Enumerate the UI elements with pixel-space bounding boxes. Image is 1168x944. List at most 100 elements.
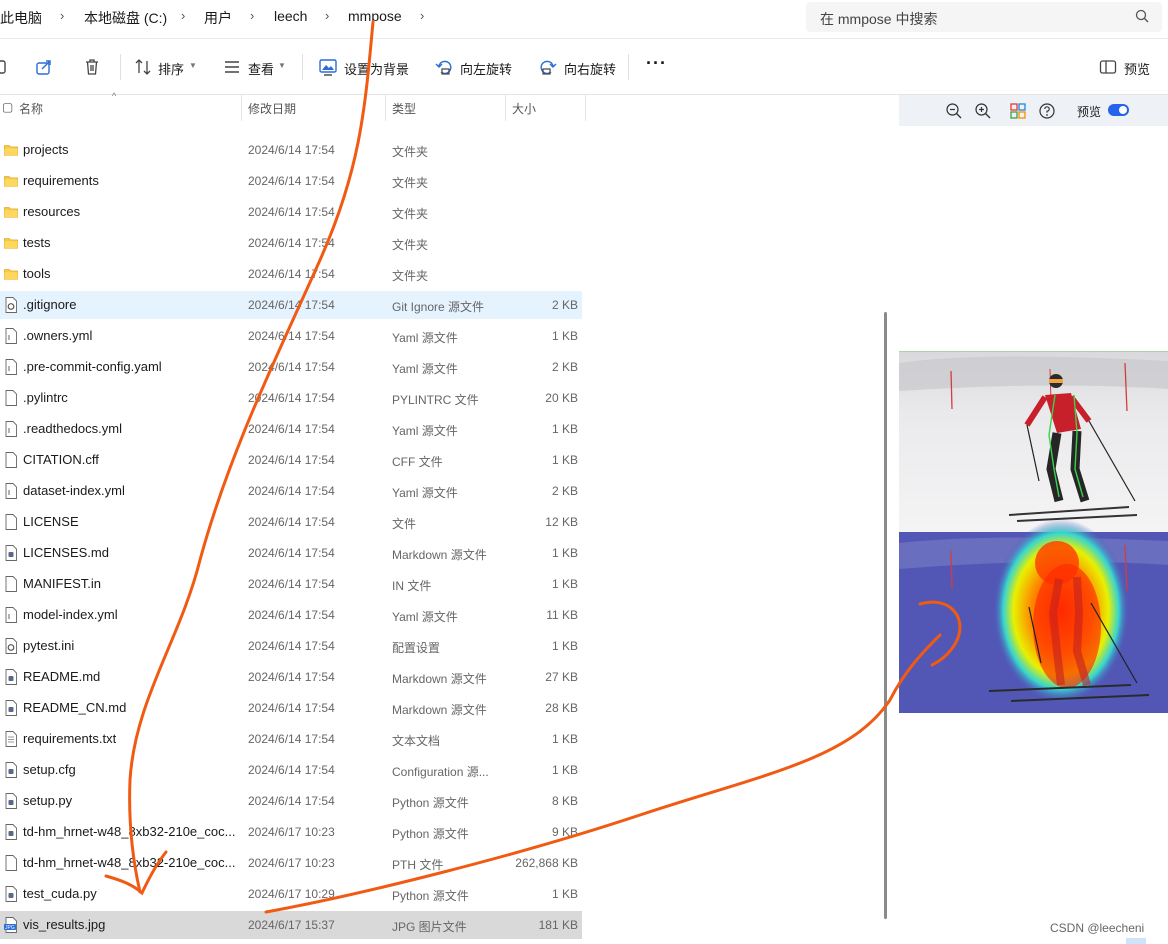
file-type: 文本文档 [392,734,441,748]
delete-icon[interactable] [82,57,102,77]
file-row[interactable]: MANIFEST.in 2024/6/14 17:54 IN 文件 1 KB [0,570,582,598]
set-background-icon[interactable] [318,57,338,77]
file-row[interactable]: LICENSES.md 2024/6/14 17:54 Markdown 源文件 1 … [0,539,582,567]
view-button[interactable]: 查看 [248,59,274,78]
document-icon [5,328,17,344]
file-row[interactable]: tools 2024/6/14 17:54 文件夹 [0,260,582,288]
file-date: 2024/6/14 17:54 [248,174,335,188]
svg-text:JPG: JPG [5,925,15,931]
sort-ascending-icon: ^ [112,91,117,101]
file-row[interactable]: setup.py 2024/6/14 17:54 Python 源文件 8 KB [0,787,582,815]
rotate-left-icon[interactable] [434,57,454,77]
file-row[interactable]: CITATION.cff 2024/6/14 17:54 CFF 文件 1 KB [0,446,582,474]
file-row[interactable]: tests 2024/6/14 17:54 文件夹 [0,229,582,257]
help-icon[interactable] [1038,102,1056,120]
file-row[interactable]: LICENSE 2024/6/14 17:54 文件 12 KB [0,508,582,536]
preview-toggle[interactable] [1108,104,1129,116]
file-name: LICENSE [23,514,79,529]
chevron-down-icon[interactable]: ▼ [189,61,197,70]
breadcrumb-separator-icon[interactable]: › [250,8,254,23]
breadcrumb-separator-icon[interactable]: › [325,8,329,23]
file-name: test_cuda.py [23,886,97,901]
column-header-date[interactable]: 修改日期 [248,100,296,117]
column-checkbox[interactable]: ▢ [2,100,13,114]
rotate-right-button[interactable]: 向右旋转 [564,59,616,78]
column-divider[interactable] [385,95,386,121]
scrollbar[interactable] [884,312,887,919]
zoom-out-icon[interactable] [945,102,963,120]
file-size: 1 KB [551,577,578,591]
file-row[interactable]: model-index.yml 2024/6/14 17:54 Yaml 源文件 11… [0,601,582,629]
search-icon[interactable] [1134,8,1150,24]
command-bar: 排序 ▼ 查看 ▼ 设置为背景 向左旋转 向右旋转 ··· 预览 [0,40,1168,95]
column-divider[interactable] [585,95,586,121]
file-row[interactable]: td-hm_hrnet-w48_8xb32-210e_coc... 2024/6/… [0,849,582,877]
breadcrumb-users[interactable]: 用户 [204,8,232,28]
file-row[interactable]: resources 2024/6/14 17:54 文件夹 [0,198,582,226]
file-name: requirements [23,173,99,188]
share-icon[interactable] [34,57,54,77]
file-type: 文件夹 [392,145,429,159]
preview-pane-button[interactable]: 预览 [1124,59,1150,78]
more-options-button[interactable]: ··· [646,53,667,74]
file-icon [5,514,17,530]
file-row[interactable]: .gitignore 2024/6/14 17:54 Git Ignore 源文件 2… [0,291,582,319]
file-name: tools [23,266,51,281]
column-header-name[interactable]: 名称 [19,100,43,117]
file-row[interactable]: td-hm_hrnet-w48_8xb32-210e_coc... 2024/6/… [0,818,582,846]
text-file-icon [5,731,17,747]
code-file-icon [5,824,17,840]
column-header-type[interactable]: 类型 [392,100,416,117]
copy-icon[interactable] [0,57,12,77]
file-row[interactable]: test_cuda.py 2024/6/17 10:29 Python 源文件 1 K… [0,880,582,908]
file-name: td-hm_hrnet-w48_8xb32-210e_coc... [23,855,235,870]
address-bar[interactable]: 此电脑 › 本地磁盘 (C:) › 用户 › leech › mmpose › [0,0,800,33]
file-row[interactable]: README_CN.md 2024/6/14 17:54 Markdown 源文件 2… [0,694,582,722]
sort-button[interactable]: 排序 [158,59,184,78]
grid-apps-icon[interactable] [1009,102,1027,120]
set-background-button[interactable]: 设置为背景 [344,59,409,78]
file-type: JPG 图片文件 [392,920,467,934]
column-header-size[interactable]: 大小 [512,100,536,117]
rotate-left-button[interactable]: 向左旋转 [460,59,512,78]
file-row[interactable]: requirements.txt 2024/6/14 17:54 文本文档 1 KB [0,725,582,753]
breadcrumb-local-disk[interactable]: 本地磁盘 (C:) [84,8,167,28]
breadcrumb-separator-icon[interactable]: › [181,8,185,23]
file-row[interactable]: .pylintrc 2024/6/14 17:54 PYLINTRC 文件 20 KB [0,384,582,412]
file-type: Configuration 源... [392,765,489,779]
zoom-in-icon[interactable] [974,102,992,120]
search-box[interactable]: 在 mmpose 中搜索 [806,2,1162,32]
file-date: 2024/6/14 17:54 [248,701,335,715]
file-row[interactable]: .readthedocs.yml 2024/6/14 17:54 Yaml 源文件 1… [0,415,582,443]
view-icon[interactable] [222,57,242,77]
search-input[interactable]: 在 mmpose 中搜索 [820,9,937,29]
breadcrumb-leech[interactable]: leech [274,8,307,24]
breadcrumb-this-pc[interactable]: 此电脑 [0,8,42,28]
file-row[interactable]: projects 2024/6/14 17:54 文件夹 [0,136,582,164]
file-date: 2024/6/14 17:54 [248,391,335,405]
file-date: 2024/6/14 17:54 [248,422,335,436]
file-size: 1 KB [551,639,578,653]
file-row[interactable]: dataset-index.yml 2024/6/14 17:54 Yaml 源文件… [0,477,582,505]
file-name: MANIFEST.in [23,576,102,591]
file-row[interactable]: JPG vis_results.jpg 2024/6/17 15:37 JPG 图片文… [0,911,582,939]
file-row[interactable]: .owners.yml 2024/6/14 17:54 Yaml 源文件 1 KB [0,322,582,350]
file-type: PYLINTRC 文件 [392,393,479,407]
file-date: 2024/6/14 17:54 [248,794,335,808]
rotate-right-icon[interactable] [538,57,558,77]
file-row[interactable]: setup.cfg 2024/6/14 17:54 Configuration 源.… [0,756,582,784]
file-row[interactable]: pytest.ini 2024/6/14 17:54 配置设置 1 KB [0,632,582,660]
file-row[interactable]: requirements 2024/6/14 17:54 文件夹 [0,167,582,195]
breadcrumb-separator-icon[interactable]: › [60,8,64,23]
breadcrumb-mmpose[interactable]: mmpose [348,8,402,24]
sort-icon[interactable] [133,57,153,77]
column-divider[interactable] [505,95,506,121]
file-name: dataset-index.yml [23,483,125,498]
chevron-down-icon[interactable]: ▼ [278,61,286,70]
breadcrumb-separator-icon[interactable]: › [420,8,424,23]
column-divider[interactable] [241,95,242,121]
code-file-icon [5,793,17,809]
file-row[interactable]: README.md 2024/6/14 17:54 Markdown 源文件 27 K… [0,663,582,691]
preview-pane-icon[interactable] [1098,57,1118,77]
file-row[interactable]: .pre-commit-config.yaml 2024/6/14 17:54 Ya… [0,353,582,381]
